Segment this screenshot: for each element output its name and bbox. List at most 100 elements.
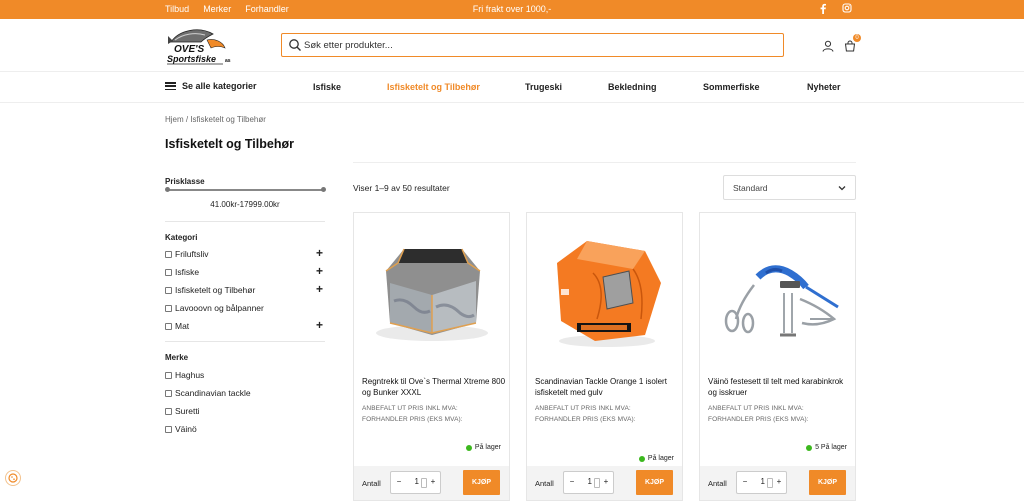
price-slider-min-handle[interactable] [165,187,170,192]
expand-plus-icon[interactable]: + [316,264,323,278]
product-card[interactable]: Scandinavian Tackle Orange 1 isolert isf… [526,212,683,501]
menu-icon [165,82,176,90]
quantity-value[interactable]: 1 [582,477,592,486]
quantity-value[interactable]: 1 [409,477,419,486]
product-image[interactable] [710,223,847,363]
buy-bar: Antall − 1 + KJØP [354,466,509,500]
product-image[interactable] [364,223,501,363]
category-checkbox-isfisketelt[interactable]: Isfisketelt og Tilbehør + [165,282,325,296]
category-checkbox-isfiske[interactable]: Isfiske + [165,264,325,278]
checkbox[interactable] [165,322,172,330]
checkbox[interactable] [165,425,172,433]
sidebar-divider [165,221,325,222]
quantity-stepper[interactable]: − 1 + [736,471,787,494]
sidebar-divider [165,341,325,342]
facebook-icon[interactable] [818,3,828,15]
buy-button[interactable]: KJØP [463,470,500,495]
product-image[interactable] [537,223,674,363]
nav-item-isfiske[interactable]: Isfiske [313,82,341,92]
quantity-spinner[interactable] [594,478,600,488]
checkbox[interactable] [165,286,172,294]
nav-item-trugeski[interactable]: Trugeski [525,82,562,92]
quantity-increase-button[interactable]: + [429,477,437,486]
quantity-spinner[interactable] [421,478,427,488]
checkbox[interactable] [165,250,172,258]
stock-text: 5 På lager [815,444,847,451]
checkbox[interactable] [165,407,172,415]
recommended-price-label: ANBEFALT UT PRIS INKL MVA: [362,405,458,412]
search-bar [281,33,784,57]
brand-checkbox-vaino[interactable]: Väinö [165,423,325,435]
top-bar: Tilbud Merker Forhandler Fri frakt over … [0,0,1024,19]
quantity-spinner[interactable] [767,478,773,488]
buy-bar: Antall − 1 + KJØP [527,466,682,500]
category-filter-label: Kategori [165,233,198,242]
main-nav: Se alle kategorier Isfiske Isfisketelt o… [0,71,1024,103]
buy-button[interactable]: KJØP [809,470,846,495]
checkbox[interactable] [165,268,172,276]
product-name[interactable]: Regntrekk til Ove`s Thermal Xtreme 800 o… [362,377,505,398]
stock-text: På lager [647,455,674,462]
buy-bar: Antall − 1 + KJØP [700,466,855,500]
checkbox[interactable] [165,389,172,397]
quantity-stepper[interactable]: − 1 + [390,471,441,494]
quantity-increase-button[interactable]: + [602,477,610,486]
expand-plus-icon[interactable]: + [316,318,323,332]
stock-text: På lager [474,444,501,451]
brand-checkbox-scandinavian-tackle[interactable]: Scandinavian tackle [165,387,325,399]
header-icons: 0 [822,34,861,52]
recommended-price-label: ANBEFALT UT PRIS INKL MVA: [708,405,804,412]
stock-status: På lager [638,455,674,462]
nav-item-sommerfiske[interactable]: Sommerfiske [703,82,760,92]
product-card[interactable]: Väinö festesett til telt med karabinkrok… [699,212,856,501]
product-card[interactable]: Regntrekk til Ove`s Thermal Xtreme 800 o… [353,212,510,501]
price-slider-max-handle[interactable] [321,187,326,192]
category-checkbox-lavoovn[interactable]: Lavooovn og bålpanner [165,302,325,314]
account-icon[interactable] [822,39,834,52]
brand-filter-label: Merke [165,353,189,362]
product-name[interactable]: Scandinavian Tackle Orange 1 isolert isf… [535,377,678,398]
cart-count-badge: 0 [853,34,861,42]
checkbox[interactable] [165,371,172,379]
category-label: Isfisketelt og Tilbehør [175,285,256,295]
brand-checkbox-suretti[interactable]: Suretti [165,405,325,417]
category-label: Lavooovn og bålpanner [175,303,264,313]
stock-status: På lager [465,444,501,451]
instagram-icon[interactable] [842,3,852,14]
site-logo[interactable]: OVE'S Sportsfiske as [165,24,235,66]
quantity-decrease-button[interactable]: − [568,477,576,486]
quantity-decrease-button[interactable]: − [395,477,403,486]
category-label: Friluftsliv [175,249,209,259]
price-slider[interactable] [165,187,326,192]
search-input[interactable] [304,36,774,54]
results-count: Viser 1–9 av 50 resultater [353,183,450,193]
sort-select[interactable]: Standard [723,175,856,200]
page-title: Isfisketelt og Tilbehør [165,137,294,151]
nav-item-isfisketelt[interactable]: Isfisketelt og Tilbehør [387,82,480,92]
category-checkbox-mat[interactable]: Mat + [165,318,325,332]
price-slider-track [166,189,324,191]
content-divider [353,162,856,163]
quantity-value[interactable]: 1 [755,477,765,486]
checkbox[interactable] [165,304,172,312]
buy-button[interactable]: KJØP [636,470,673,495]
stock-status: 5 På lager [806,444,847,451]
cookie-settings-icon[interactable] [5,470,21,486]
brand-label: Scandinavian tackle [175,388,251,398]
quantity-increase-button[interactable]: + [775,477,783,486]
brand-checkbox-haghus[interactable]: Haghus [165,369,325,381]
all-categories-label: Se alle kategorier [182,81,257,91]
breadcrumb[interactable]: Hjem / Isfisketelt og Tilbehør [165,115,266,124]
quantity-label: Antall [362,479,381,488]
expand-plus-icon[interactable]: + [316,282,323,296]
all-categories-button[interactable]: Se alle kategorier [165,81,257,91]
quantity-stepper[interactable]: − 1 + [563,471,614,494]
nav-item-bekledning[interactable]: Bekledning [608,82,657,92]
product-name[interactable]: Väinö festesett til telt med karabinkrok… [708,377,851,398]
cart-icon[interactable]: 0 [844,34,861,52]
category-checkbox-friluftsliv[interactable]: Friluftsliv + [165,246,325,260]
price-range-text: 41.00kr-17999.00kr [210,200,280,209]
expand-plus-icon[interactable]: + [316,246,323,260]
quantity-decrease-button[interactable]: − [741,477,749,486]
nav-item-nyheter[interactable]: Nyheter [807,82,841,92]
